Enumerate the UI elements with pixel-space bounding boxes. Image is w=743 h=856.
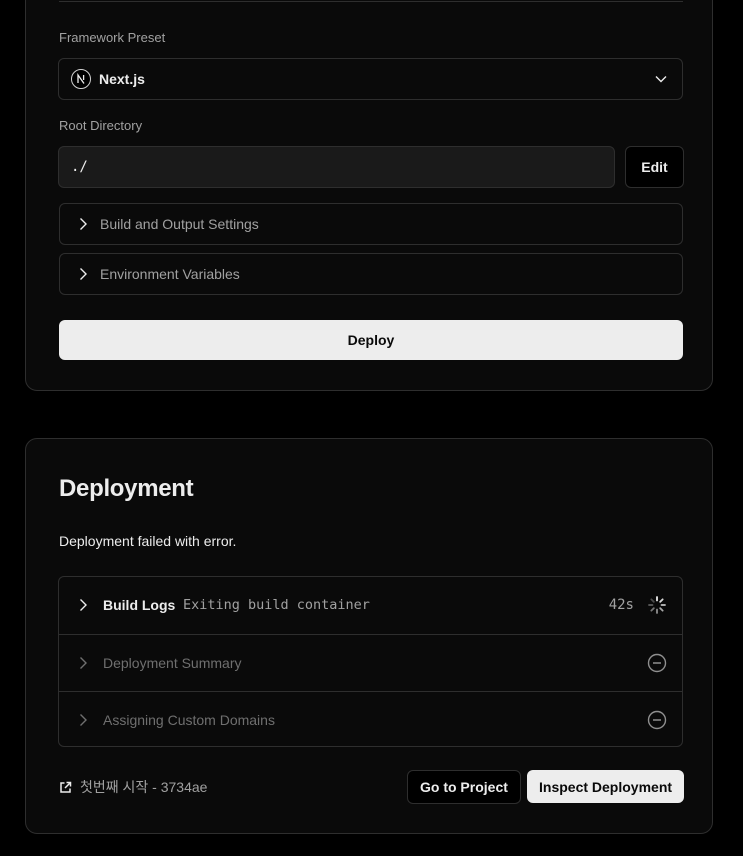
step-assigning-custom-domains[interactable]: Assigning Custom Domains — [59, 691, 682, 746]
chevron-right-icon — [80, 268, 87, 280]
environment-variables-label: Environment Variables — [100, 266, 240, 282]
minus-circle-icon — [647, 710, 667, 730]
step-label: Deployment Summary — [103, 655, 242, 671]
chevron-right-icon — [80, 657, 87, 669]
step-detail: Exiting build container — [183, 597, 370, 613]
commit-link[interactable]: 첫번째 시작 - 3734ae — [59, 777, 207, 797]
framework-preset-value: Next.js — [99, 71, 145, 87]
commit-text: 첫번째 시작 - 3734ae — [80, 779, 208, 795]
chevron-right-icon — [80, 218, 87, 230]
build-output-settings-label: Build and Output Settings — [100, 216, 259, 232]
framework-preset-select[interactable]: Next.js — [58, 58, 683, 100]
framework-preset-label: Framework Preset — [59, 30, 166, 45]
deploy-button[interactable]: Deploy — [59, 320, 683, 360]
minus-circle-icon — [647, 653, 667, 673]
edit-root-directory-button[interactable]: Edit — [625, 146, 684, 188]
step-deployment-summary[interactable]: Deployment Summary — [59, 634, 682, 691]
root-directory-label: Root Directory — [59, 118, 143, 133]
divider — [59, 1, 683, 2]
build-output-settings-toggle[interactable]: Build and Output Settings — [59, 203, 683, 245]
deployment-title: Deployment — [59, 475, 194, 502]
inspect-deployment-button[interactable]: Inspect Deployment — [527, 770, 685, 803]
nextjs-logo-icon — [71, 69, 91, 89]
deployment-card: Deployment Deployment failed with error.… — [25, 438, 713, 834]
go-to-project-button[interactable]: Go to Project — [407, 770, 521, 804]
step-duration: 42s — [608, 597, 634, 613]
chevron-down-icon — [655, 76, 667, 83]
chevron-right-icon — [80, 714, 87, 726]
deployment-status: Deployment failed with error. — [59, 533, 237, 549]
step-label: Assigning Custom Domains — [103, 712, 275, 728]
deployment-steps: Build Logs Exiting build container 42s D… — [58, 576, 683, 747]
external-link-icon — [60, 781, 72, 793]
chevron-right-icon — [80, 599, 87, 611]
root-directory-input[interactable] — [58, 146, 615, 188]
step-build-logs[interactable]: Build Logs Exiting build container 42s — [59, 577, 682, 634]
project-config-card: Framework Preset Next.js Root Directory … — [25, 0, 713, 391]
spinner-icon — [648, 596, 666, 614]
step-label: Build Logs — [103, 597, 176, 613]
environment-variables-toggle[interactable]: Environment Variables — [59, 253, 683, 295]
